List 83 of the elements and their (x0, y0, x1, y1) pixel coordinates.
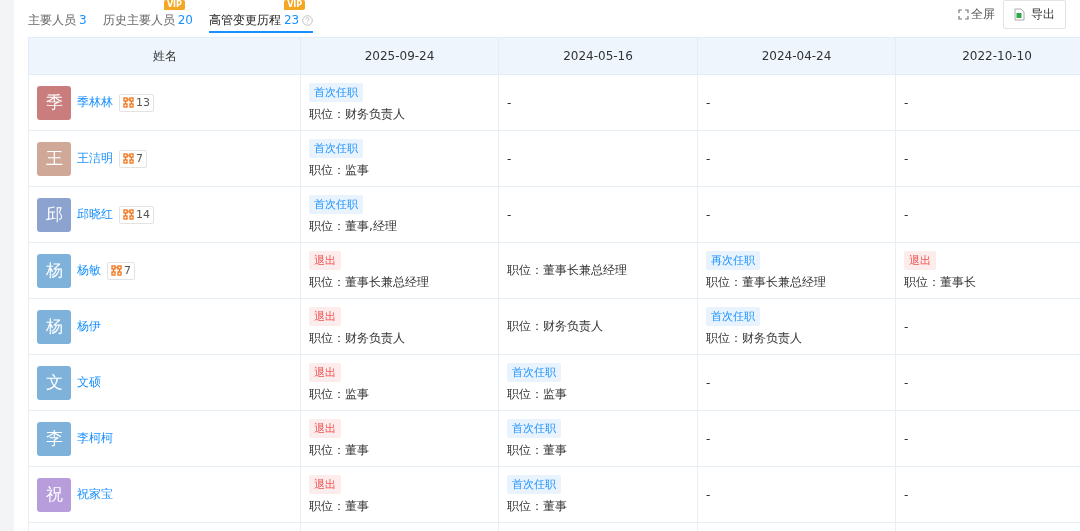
position-text: 职位：董事,经理 (309, 217, 397, 235)
empty-value: - (904, 487, 909, 502)
empty-value: - (904, 151, 909, 166)
help-icon[interactable] (302, 14, 314, 26)
empty-value: - (507, 151, 512, 166)
empty-value: - (507, 207, 512, 222)
status-tag: 再次任职 (706, 250, 760, 270)
person-name-link[interactable]: 季林林 (77, 94, 113, 111)
status-tag: 退出 (309, 306, 341, 326)
position-text: 职位：监事 (507, 385, 567, 403)
position-text: 职位：董事 (309, 441, 369, 459)
empty-value: - (706, 375, 711, 390)
empty-value: - (706, 95, 711, 110)
empty-value: - (904, 207, 909, 222)
avatar: 杨 (37, 309, 71, 344)
status-tag: 首次任职 (507, 362, 561, 382)
position-text: 职位：监事 (309, 161, 369, 179)
person-name-link[interactable]: 杨伊 (77, 318, 101, 335)
person-name-link[interactable]: 王洁明 (77, 150, 113, 167)
status-tag: 首次任职 (507, 474, 561, 494)
avatar: 文 (37, 365, 71, 400)
position-text: 职位：董事 (309, 497, 369, 515)
empty-value: - (706, 151, 711, 166)
empty-value: - (507, 95, 512, 110)
relation-icon (123, 97, 134, 108)
avatar: 祝 (37, 477, 71, 512)
empty-value: - (706, 207, 711, 222)
empty-value: - (706, 431, 711, 446)
export-button[interactable]: 导出 (1003, 0, 1066, 29)
position-text: 职位：监事 (309, 385, 369, 403)
relation-count[interactable]: 7 (119, 149, 147, 168)
empty-value: - (904, 431, 909, 446)
vip-badge: VIP (284, 0, 306, 10)
column-header: 2022-10-10 (895, 37, 1080, 75)
column-header: 姓名 (28, 37, 301, 75)
avatar: 王 (37, 141, 71, 176)
position-text: 职位：董事长兼总经理 (706, 273, 826, 291)
relation-count[interactable]: 13 (119, 93, 154, 112)
person-name-link[interactable]: 杨敏 (77, 262, 101, 279)
position-text: 职位：董事长兼总经理 (309, 273, 429, 291)
empty-value: - (904, 319, 909, 334)
person-name-link[interactable]: 邱晓红 (77, 206, 113, 223)
person-name-link[interactable]: 祝家宝 (77, 486, 113, 503)
empty-value: - (706, 487, 711, 502)
status-tag: 首次任职 (507, 418, 561, 438)
column-header: 2024-04-24 (697, 37, 896, 75)
position-text: 职位：财务负责人 (309, 329, 405, 347)
avatar: 季 (37, 85, 71, 120)
status-tag: 退出 (309, 250, 341, 270)
avatar: 杨 (37, 253, 71, 288)
status-tag: 首次任职 (706, 306, 760, 326)
fullscreen-button[interactable]: 全屏 (958, 6, 995, 23)
empty-value: - (904, 95, 909, 110)
person-name-link[interactable]: 李柯柯 (77, 430, 113, 447)
spreadsheet-icon (1014, 8, 1025, 21)
status-tag: 退出 (309, 362, 341, 382)
position-text: 职位：财务负责人 (309, 105, 405, 123)
person-name-link[interactable]: 文硕 (77, 374, 101, 391)
position-text: 职位：董事长 (904, 273, 976, 291)
status-tag: 首次任职 (309, 138, 363, 158)
column-header: 2025-09-24 (300, 37, 499, 75)
position-text: 职位：财务负责人 (507, 318, 604, 335)
avatar: 李 (37, 421, 71, 456)
status-tag: 首次任职 (309, 82, 363, 102)
empty-value: - (904, 375, 909, 390)
position-text: 职位：董事 (507, 441, 567, 459)
relation-icon (111, 265, 122, 276)
tab[interactable]: 主要人员 3 (28, 5, 87, 33)
fullscreen-icon (958, 9, 969, 20)
column-header: 2024-05-16 (498, 37, 698, 75)
position-text: 职位：董事 (507, 497, 567, 515)
status-tag: 退出 (309, 474, 341, 494)
status-tag: 首次任职 (309, 194, 363, 214)
position-text: 职位：财务负责人 (706, 329, 802, 347)
vip-badge: VIP (163, 0, 185, 10)
relation-icon (123, 209, 134, 220)
relation-icon (123, 153, 134, 164)
relation-count[interactable]: 14 (119, 205, 154, 224)
status-tag: 退出 (904, 250, 936, 270)
position-text: 职位：董事长兼总经理 (507, 262, 628, 279)
avatar: 邱 (37, 197, 71, 232)
relation-count[interactable]: 7 (107, 261, 135, 280)
status-tag: 退出 (309, 418, 341, 438)
